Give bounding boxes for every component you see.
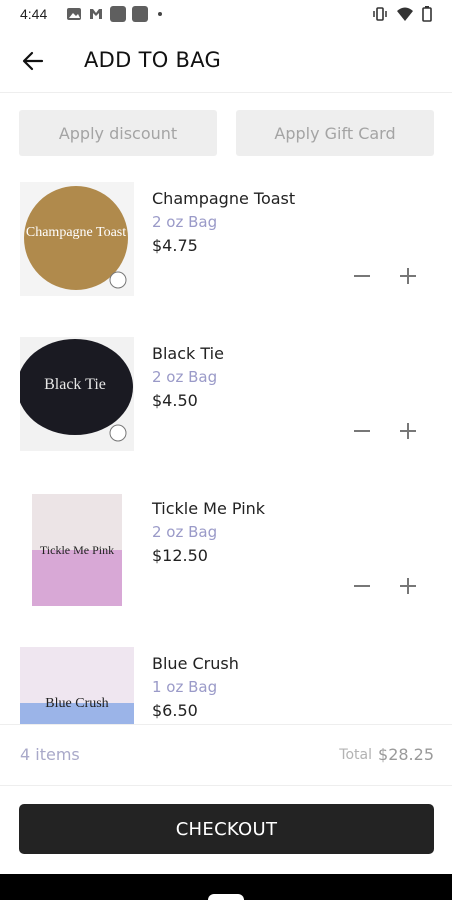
cart-item: Tickle Me Pink Tickle Me Pink 2 oz Bag $…	[0, 482, 452, 637]
increase-quantity-button[interactable]	[396, 264, 420, 288]
item-price: $6.50	[152, 701, 198, 720]
promo-actions: Apply discount Apply Gift Card	[19, 110, 434, 156]
item-name[interactable]: Tickle Me Pink	[152, 498, 265, 520]
item-variant: 2 oz Bag	[152, 213, 218, 231]
quantity-controls	[350, 264, 420, 288]
total-label: Total	[339, 747, 372, 763]
product-image[interactable]: Black Tie	[20, 337, 134, 451]
plus-icon	[400, 578, 416, 594]
product-image[interactable]: Tickle Me Pink	[20, 492, 134, 606]
item-price: $4.75	[152, 236, 198, 255]
quantity-controls	[350, 419, 420, 443]
cart-item: Blue Crush Blue Crush 1 oz Bag $6.50	[0, 637, 452, 724]
cart-list[interactable]: Champagne Toast Champagne Toast 2 oz Bag…	[0, 172, 452, 724]
apply-discount-button[interactable]: Apply discount	[19, 110, 217, 156]
product-image[interactable]: Blue Crush	[20, 647, 134, 724]
notification-icons	[66, 6, 162, 22]
decrease-quantity-button[interactable]	[350, 574, 374, 598]
minus-icon	[354, 585, 370, 587]
status-time: 4:44	[20, 6, 48, 22]
system-navigation-bar	[0, 874, 452, 904]
page-title: ADD TO BAG	[84, 48, 222, 72]
product-image-label: Black Tie	[44, 376, 106, 393]
app-icon	[132, 6, 148, 22]
plus-icon	[400, 268, 416, 284]
item-details: Blue Crush 1 oz Bag $6.50	[152, 653, 239, 723]
item-name[interactable]: Blue Crush	[152, 653, 239, 675]
glitter-swatch	[32, 550, 122, 606]
item-variant: 1 oz Bag	[152, 678, 218, 696]
minus-icon	[354, 430, 370, 432]
item-details: Black Tie 2 oz Bag $4.50	[152, 343, 224, 413]
more-notifications-icon	[158, 12, 162, 16]
decrease-quantity-button[interactable]	[350, 419, 374, 443]
product-image-label: Tickle Me Pink	[40, 543, 114, 557]
app-bar: ADD TO BAG	[0, 30, 452, 93]
cart-item: Champagne Toast Champagne Toast 2 oz Bag…	[0, 172, 452, 327]
item-price: $12.50	[152, 546, 208, 565]
increase-quantity-button[interactable]	[396, 419, 420, 443]
item-name[interactable]: Champagne Toast	[152, 188, 295, 210]
arrow-left-icon	[22, 51, 44, 71]
system-icons	[372, 6, 432, 22]
plus-icon	[400, 423, 416, 439]
apply-gift-card-button[interactable]: Apply Gift Card	[236, 110, 434, 156]
product-image-label: Champagne Toast	[26, 225, 126, 240]
back-button[interactable]	[18, 46, 48, 76]
decrease-quantity-button[interactable]	[350, 264, 374, 288]
battery-icon	[422, 6, 432, 22]
wifi-icon	[397, 7, 413, 21]
product-image-label: Blue Crush	[45, 696, 108, 711]
item-price: $4.50	[152, 391, 198, 410]
mail-icon	[90, 9, 102, 19]
product-image[interactable]: Champagne Toast	[20, 182, 134, 296]
total-value: $28.25	[378, 745, 434, 764]
item-details: Tickle Me Pink 2 oz Bag $12.50	[152, 498, 265, 568]
checkout-button[interactable]: CHECKOUT	[19, 804, 434, 854]
item-variant: 2 oz Bag	[152, 523, 218, 541]
minus-icon	[354, 275, 370, 277]
quantity-controls	[350, 574, 420, 598]
app-icon	[110, 6, 126, 22]
item-name[interactable]: Black Tie	[152, 343, 224, 365]
home-pill-icon[interactable]	[208, 894, 244, 904]
order-summary: 4 items Total $28.25	[0, 724, 452, 786]
image-icon	[67, 8, 81, 20]
item-count: 4 items	[20, 745, 80, 764]
item-variant: 2 oz Bag	[152, 368, 218, 386]
item-details: Champagne Toast 2 oz Bag $4.75	[152, 188, 295, 258]
increase-quantity-button[interactable]	[396, 574, 420, 598]
cart-item: Black Tie Black Tie 2 oz Bag $4.50	[0, 327, 452, 482]
vibrate-icon	[373, 7, 387, 21]
status-bar: 4:44	[0, 0, 452, 30]
